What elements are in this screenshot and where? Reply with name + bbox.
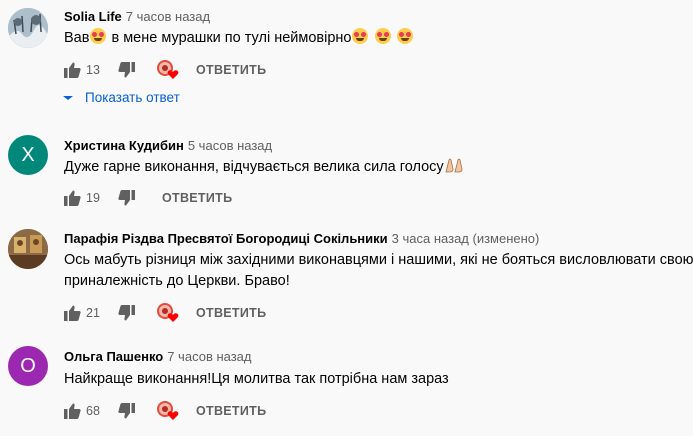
like-count: 68 bbox=[86, 404, 100, 418]
dislike-button[interactable] bbox=[116, 303, 136, 323]
show-replies-button[interactable]: Показать ответ bbox=[62, 90, 180, 105]
thumb-up-icon bbox=[63, 305, 81, 321]
like-button[interactable] bbox=[62, 401, 82, 421]
comment-header: Solia Life 7 часов назад bbox=[64, 9, 210, 24]
avatar-letter: О bbox=[20, 354, 36, 377]
avatar-letter: Х bbox=[21, 143, 35, 166]
comment-actions: 68 ОТВЕТИТЬ bbox=[62, 399, 266, 423]
author-name[interactable]: Solia Life bbox=[64, 9, 122, 24]
reply-button[interactable]: ОТВЕТИТЬ bbox=[196, 306, 266, 320]
creator-heart-icon bbox=[157, 303, 179, 322]
like-count: 19 bbox=[86, 191, 100, 205]
comment-text: Вав в мене мурашки по тулі неймовірно bbox=[64, 28, 684, 49]
avatar[interactable] bbox=[8, 8, 48, 48]
star-struck-emoji bbox=[374, 28, 391, 44]
like-button[interactable] bbox=[62, 60, 82, 80]
dislike-button[interactable] bbox=[116, 60, 136, 80]
timestamp[interactable]: 3 часа назад (изменено) bbox=[392, 231, 540, 246]
creator-heart-badge bbox=[156, 302, 182, 324]
reply-button[interactable]: ОТВЕТИТЬ bbox=[196, 404, 266, 418]
comment-header: Парафія Різдва Пресвятої Богородиці Сокі… bbox=[64, 231, 539, 246]
comment-text: Ось мабуть різниця між західними виконав… bbox=[64, 252, 693, 289]
comment-actions: 21 ОТВЕТИТЬ bbox=[62, 301, 266, 325]
thumb-down-icon bbox=[117, 190, 135, 206]
comment-text: Найкраще виконання!Ця молитва так потріб… bbox=[64, 371, 449, 387]
thumb-down-icon bbox=[117, 403, 135, 419]
avatar[interactable] bbox=[8, 229, 48, 269]
like-count: 21 bbox=[86, 306, 100, 320]
chevron-down-icon bbox=[63, 95, 73, 100]
reply-button[interactable]: ОТВЕТИТЬ bbox=[196, 63, 266, 77]
creator-heart-icon bbox=[157, 401, 179, 420]
dislike-button[interactable] bbox=[116, 188, 136, 208]
comment-header: Ольга Пашенко 7 часов назад bbox=[64, 349, 252, 364]
like-button[interactable] bbox=[62, 188, 82, 208]
avatar[interactable]: Х bbox=[8, 135, 48, 175]
like-button[interactable] bbox=[62, 303, 82, 323]
star-struck-emoji bbox=[352, 28, 369, 44]
star-struck-emoji bbox=[90, 28, 107, 44]
show-replies-label: Показать ответ bbox=[85, 90, 180, 105]
creator-heart-badge bbox=[156, 400, 182, 422]
creator-heart-icon bbox=[157, 60, 179, 79]
timestamp[interactable]: 7 часов назад bbox=[167, 349, 251, 364]
author-name[interactable]: Парафія Різдва Пресвятої Богородиці Сокі… bbox=[64, 231, 388, 246]
star-struck-emoji bbox=[396, 28, 413, 44]
comment-actions: 13 ОТВЕТИТЬ bbox=[62, 58, 266, 82]
thumb-down-icon bbox=[117, 62, 135, 78]
dislike-button[interactable] bbox=[116, 401, 136, 421]
author-name[interactable]: Христина Кудибин bbox=[64, 138, 184, 153]
comment-header: Христина Кудибин 5 часов назад bbox=[64, 138, 272, 153]
avatar[interactable]: О bbox=[8, 346, 48, 386]
creator-heart-badge bbox=[156, 59, 182, 81]
like-count: 13 bbox=[86, 63, 100, 77]
comment-actions: 19 ОТВЕТИТЬ bbox=[62, 186, 232, 210]
thumb-down-icon bbox=[117, 305, 135, 321]
reply-button[interactable]: ОТВЕТИТЬ bbox=[162, 191, 232, 205]
author-name[interactable]: Ольга Пашенко bbox=[64, 349, 163, 364]
thumb-up-icon bbox=[63, 62, 81, 78]
timestamp[interactable]: 7 часов назад bbox=[126, 9, 210, 24]
folded-hands-emoji bbox=[444, 157, 464, 180]
thumb-up-icon bbox=[63, 190, 81, 206]
comment-text: Дуже гарне виконання, відчувається велик… bbox=[64, 157, 684, 180]
timestamp[interactable]: 5 часов назад bbox=[188, 138, 272, 153]
thumb-up-icon bbox=[63, 403, 81, 419]
